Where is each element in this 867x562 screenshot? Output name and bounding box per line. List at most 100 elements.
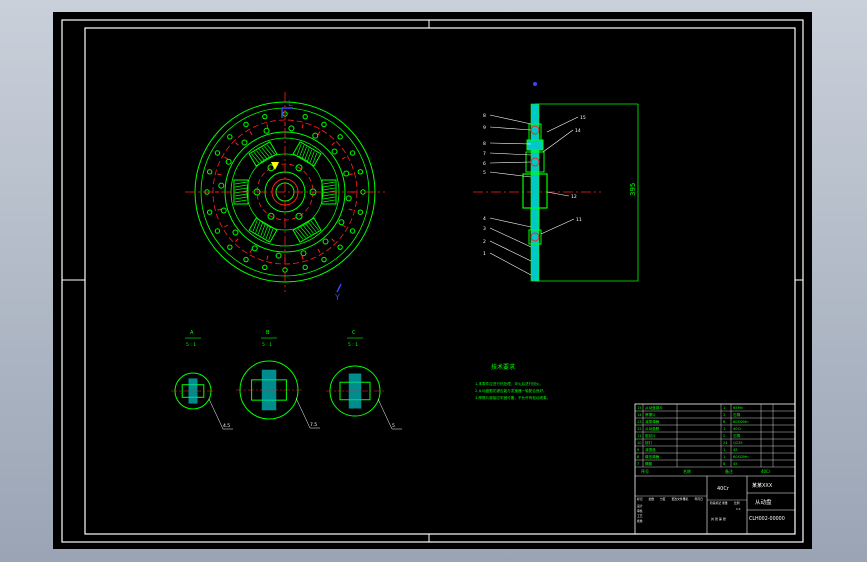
section-details[interactable]: A 5 : 1 4.5 B 5 : 1 7.5 C 5 : 1 5 bbox=[171, 330, 402, 430]
sign-cell: 年月日 bbox=[695, 497, 704, 501]
leader-line bbox=[489, 142, 532, 145]
role-cell: 设计 bbox=[637, 504, 643, 508]
header-cell: 名称 bbox=[683, 468, 691, 474]
header-cell: 备注 bbox=[725, 468, 733, 474]
balloon-number: 8 bbox=[483, 141, 486, 147]
spring-coil bbox=[299, 145, 305, 157]
parts-cell: 1 bbox=[723, 427, 725, 431]
middle-rivet-hole bbox=[225, 158, 232, 165]
damper-spring bbox=[292, 141, 322, 167]
side-view[interactable]: 395 8 9 8 7 6 5 4 3 2 1 15 14 12 11 bbox=[473, 82, 639, 282]
outer-rivet-hole bbox=[302, 264, 308, 271]
parts-cell: 15 bbox=[637, 406, 642, 410]
role-cell: 工艺 bbox=[637, 514, 643, 518]
tick-mark bbox=[224, 156, 229, 160]
tick-mark bbox=[235, 142, 239, 146]
spring-coil bbox=[312, 152, 318, 165]
spring-coil bbox=[253, 151, 262, 162]
outer-rivet-hole bbox=[214, 228, 221, 234]
parts-cell: 石棉 bbox=[733, 433, 741, 438]
dim-leader bbox=[208, 398, 224, 430]
tick-mark bbox=[317, 248, 321, 253]
drawing-canvas[interactable]: L Y 395 8987654321 15141211 A5 : 14.5B5 … bbox=[53, 12, 812, 549]
section-letter: B bbox=[266, 330, 270, 336]
balloon-number: 5 bbox=[483, 170, 486, 176]
outer-rivet-hole bbox=[349, 150, 356, 156]
middle-rivet-hole bbox=[322, 238, 329, 245]
outer-rivet-hole bbox=[206, 209, 213, 215]
outer-rivet-hole bbox=[206, 169, 213, 175]
outer-rivet-hole bbox=[357, 209, 364, 215]
left-leaders: 8 9 8 7 6 5 4 3 2 1 bbox=[483, 113, 532, 276]
spring-coil bbox=[308, 222, 317, 233]
section-scale: 5 : 1 bbox=[186, 342, 196, 348]
title-block[interactable]: 15 从动盘钢片 1 65Mn14 摩擦片 2 石棉13 减振弹簧 6 60Si2Mn12 从动盘毂… bbox=[634, 403, 796, 535]
middle-rivet-hole bbox=[300, 250, 307, 257]
outer-rivet-hole bbox=[357, 169, 364, 175]
sheet-frame bbox=[61, 19, 804, 543]
leader-line bbox=[540, 218, 575, 235]
tick-mark bbox=[217, 173, 222, 176]
role-cell: 审核 bbox=[637, 509, 643, 513]
leader-line bbox=[489, 252, 532, 276]
parts-cell: 减振弹簧 bbox=[645, 419, 660, 424]
parts-cell: 石棉 bbox=[733, 412, 741, 417]
tick-mark bbox=[266, 124, 269, 129]
spring-coil bbox=[234, 193, 248, 197]
dim-leader bbox=[377, 398, 393, 430]
middle-rivet-hole bbox=[331, 148, 338, 155]
section-view-a: A 5 : 1 4.5 bbox=[171, 330, 233, 430]
tick-mark bbox=[331, 238, 335, 242]
spring-coil bbox=[304, 148, 310, 160]
parts-cell: 14 bbox=[637, 413, 642, 417]
spring-coil bbox=[261, 147, 270, 158]
front-view[interactable]: L Y bbox=[185, 92, 385, 302]
stage-cell: 阶段标记 bbox=[710, 501, 721, 505]
parts-cell: 7 bbox=[637, 462, 639, 466]
middle-rivet-hole bbox=[241, 139, 248, 146]
tick-mark bbox=[348, 208, 353, 211]
leader-line bbox=[489, 114, 532, 125]
balloon-number: 2 bbox=[483, 239, 486, 245]
stage-cell: 重量 bbox=[722, 501, 728, 505]
spring-coil bbox=[302, 225, 312, 236]
outer-rivet-hole bbox=[349, 228, 356, 234]
tick-mark bbox=[341, 224, 346, 228]
spring-coil bbox=[305, 223, 314, 234]
tick-mark bbox=[341, 156, 346, 160]
notes-line-2: 2.从动盘毂花键应能与变速器一轴配合良好。 bbox=[475, 388, 547, 393]
balloon-number: 8 bbox=[483, 113, 486, 119]
middle-rivet-hole bbox=[218, 182, 225, 189]
cad-viewport[interactable]: L Y 395 8987654321 15 14 12 11 A5 : 1 4.5 B 5 … bbox=[53, 12, 812, 549]
tick-mark bbox=[249, 248, 253, 253]
parts-cell: 8 bbox=[723, 462, 726, 466]
spring-coil bbox=[310, 220, 319, 231]
spring-coil bbox=[234, 199, 248, 203]
tick-mark bbox=[301, 255, 304, 260]
material-label: 40Cr bbox=[761, 469, 771, 474]
section-view-c: C 5 : 1 5 bbox=[326, 330, 402, 430]
spring-coil bbox=[322, 193, 336, 197]
spring-coil bbox=[309, 151, 315, 163]
spring-coil bbox=[256, 150, 265, 161]
balloon-number: 7 bbox=[483, 151, 486, 157]
outer-rivet-hole bbox=[321, 256, 327, 263]
damper-spring bbox=[292, 217, 322, 243]
parts-cell: 13 bbox=[637, 420, 642, 424]
parts-cell: 40Cr bbox=[733, 427, 742, 431]
outer-rivet-hole bbox=[214, 150, 221, 156]
parts-cell: 45 bbox=[733, 448, 738, 452]
outer-rivet-hole bbox=[262, 113, 268, 120]
spring-coil bbox=[234, 181, 248, 185]
parts-cell: 隔套 bbox=[645, 461, 653, 466]
tick-mark bbox=[217, 208, 222, 211]
company-name: 某某XXX bbox=[752, 483, 773, 489]
section-scale: 5 : 1 bbox=[262, 342, 272, 348]
sign-cell: 处数 bbox=[649, 497, 655, 501]
middle-rivet-hole bbox=[220, 207, 227, 214]
tick-mark bbox=[331, 142, 335, 146]
spring-coil bbox=[322, 184, 336, 188]
balloon-number: 12 bbox=[571, 194, 577, 200]
parts-cell: 1 bbox=[723, 455, 725, 459]
spring-coil bbox=[307, 149, 313, 162]
